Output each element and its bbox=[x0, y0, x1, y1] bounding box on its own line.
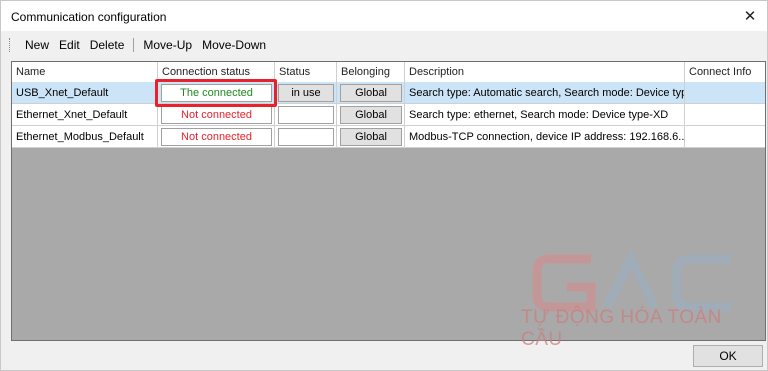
close-icon[interactable]: ✕ bbox=[741, 7, 759, 25]
cell-connect-info bbox=[685, 104, 765, 126]
cell-belonging: Global bbox=[337, 126, 405, 148]
belonging-button[interactable]: Global bbox=[340, 84, 402, 102]
column-header-belonging[interactable]: Belonging bbox=[337, 62, 405, 82]
cell-connect-info bbox=[685, 126, 765, 148]
communication-config-dialog: Communication configuration ✕ New Edit D… bbox=[0, 0, 768, 371]
belonging-button[interactable]: Global bbox=[340, 128, 402, 146]
table-header: Name Connection status Status Belonging … bbox=[12, 62, 765, 82]
column-header-connect-info[interactable]: Connect Info bbox=[685, 62, 765, 82]
cell-connection-status: Not connected bbox=[158, 104, 275, 126]
cell-name: USB_Xnet_Default bbox=[12, 82, 158, 104]
belonging-button[interactable]: Global bbox=[340, 106, 402, 124]
ok-button[interactable]: OK bbox=[693, 345, 763, 367]
status-button[interactable]: in use bbox=[278, 84, 334, 102]
table-row-usb-xnet[interactable]: USB_Xnet_Default The connected in use Gl… bbox=[12, 82, 765, 104]
annotation-highlight-box bbox=[155, 79, 277, 107]
delete-button[interactable]: Delete bbox=[85, 38, 130, 52]
column-header-status[interactable]: Status bbox=[275, 62, 337, 82]
edit-button[interactable]: Edit bbox=[54, 38, 85, 52]
cell-description: Search type: ethernet, Search mode: Devi… bbox=[405, 104, 685, 126]
column-header-name[interactable]: Name bbox=[12, 62, 158, 82]
cell-belonging: Global bbox=[337, 82, 405, 104]
cell-connection-status: Not connected bbox=[158, 126, 275, 148]
cell-status bbox=[275, 126, 337, 148]
cell-status bbox=[275, 104, 337, 126]
table-row-ethernet-xnet[interactable]: Ethernet_Xnet_Default Not connected Glob… bbox=[12, 104, 765, 126]
cell-description: Modbus-TCP connection, device IP address… bbox=[405, 126, 685, 148]
cell-name: Ethernet_Xnet_Default bbox=[12, 104, 158, 126]
new-button[interactable]: New bbox=[20, 38, 54, 52]
status-button[interactable] bbox=[278, 128, 334, 146]
cell-status: in use bbox=[275, 82, 337, 104]
toolbar: New Edit Delete Move-Up Move-Down bbox=[9, 35, 271, 55]
dialog-title: Communication configuration bbox=[11, 10, 167, 24]
table-row-ethernet-modbus[interactable]: Ethernet_Modbus_Default Not connected Gl… bbox=[12, 126, 765, 148]
move-down-button[interactable]: Move-Down bbox=[197, 38, 271, 52]
connection-status-button[interactable]: Not connected bbox=[161, 128, 272, 146]
cell-name: Ethernet_Modbus_Default bbox=[12, 126, 158, 148]
toolbar-separator bbox=[133, 38, 135, 52]
cell-connect-info bbox=[685, 82, 765, 104]
title-bar: Communication configuration ✕ bbox=[1, 1, 767, 31]
connection-status-button[interactable]: Not connected bbox=[161, 106, 272, 124]
column-header-description[interactable]: Description bbox=[405, 62, 685, 82]
cell-description: Search type: Automatic search, Search mo… bbox=[405, 82, 685, 104]
cell-belonging: Global bbox=[337, 104, 405, 126]
status-button[interactable] bbox=[278, 106, 334, 124]
move-up-button[interactable]: Move-Up bbox=[138, 38, 197, 52]
toolbar-grip[interactable] bbox=[9, 38, 12, 52]
